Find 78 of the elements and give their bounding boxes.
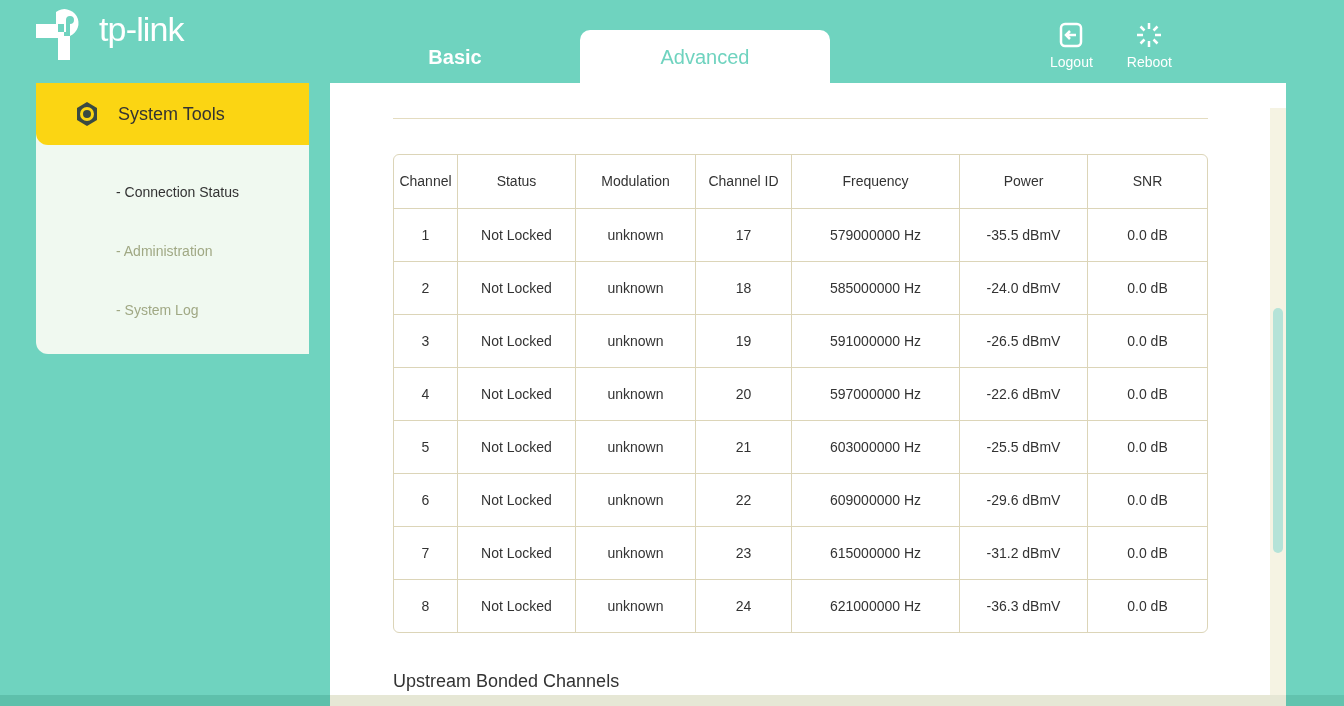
table-cell: -31.2 dBmV [960,526,1088,579]
table-cell: Not Locked [458,208,576,261]
table-cell: -26.5 dBmV [960,314,1088,367]
reboot-icon [1136,22,1163,48]
table-cell: Not Locked [458,420,576,473]
table-cell: Not Locked [458,526,576,579]
table-cell: 0.0 dB [1088,261,1207,314]
column-header: Power [960,155,1088,208]
table-cell: 0.0 dB [1088,579,1207,632]
table-cell: 0.0 dB [1088,526,1207,579]
sidebar-item[interactable]: - Administration [36,222,309,281]
tab[interactable]: Basic [330,30,580,83]
table-cell: 17 [696,208,792,261]
column-header: SNR [1131,172,1164,191]
column-header: Status [458,155,576,208]
table-cell: 8 [394,579,458,632]
table-cell: unknown [576,261,696,314]
table-cell: unknown [576,208,696,261]
logout-icon [1059,22,1084,48]
table-cell: -35.5 dBmV [960,208,1088,261]
gear-icon [74,101,100,127]
table-cell: 4 [394,367,458,420]
table-cell: 23 [696,526,792,579]
table-cell: -29.6 dBmV [960,473,1088,526]
table-cell: -36.3 dBmV [960,579,1088,632]
table-cell: 7 [394,526,458,579]
table-cell: 603000000 Hz [792,420,960,473]
table-cell: 621000000 Hz [792,579,960,632]
table-cell: 5 [394,420,458,473]
table-cell: Not Locked [458,261,576,314]
table-cell: 1 [394,208,458,261]
table-cell: 609000000 Hz [792,473,960,526]
sidebar-item[interactable]: - Connection Status [36,163,309,222]
section-heading: Upstream Bonded Channels [393,670,621,693]
table-cell: unknown [576,420,696,473]
tab[interactable]: Advanced [580,30,830,83]
table-cell: 20 [696,367,792,420]
table-cell: unknown [576,314,696,367]
table-cell: unknown [576,473,696,526]
table-cell: 579000000 Hz [792,208,960,261]
table-cell: 615000000 Hz [792,526,960,579]
sidebar-title: System Tools [118,102,225,126]
table-cell: 585000000 Hz [792,261,960,314]
table-cell: 22 [696,473,792,526]
scrollbar-thumb[interactable] [1273,308,1283,553]
column-header: Channel [394,155,458,208]
table-cell: 18 [696,261,792,314]
table-cell: 0.0 dB [1088,420,1207,473]
column-header: Channel ID [696,155,792,208]
table-cell: unknown [576,367,696,420]
sidebar-header[interactable]: System Tools [36,83,309,145]
table-cell: 0.0 dB [1088,314,1207,367]
sidebar-item[interactable]: - System Log [36,281,309,340]
table-cell: -24.0 dBmV [960,261,1088,314]
table-cell: 0.0 dB [1088,367,1207,420]
table-cell: unknown [576,579,696,632]
table-cell: 21 [696,420,792,473]
table-cell: 19 [696,314,792,367]
table-cell: 6 [394,473,458,526]
table-cell: Not Locked [458,473,576,526]
logo-text: tp-link [99,12,184,46]
table-cell: Not Locked [458,367,576,420]
table-cell: unknown [576,526,696,579]
table-cell: -25.5 dBmV [960,420,1088,473]
table-cell: 3 [394,314,458,367]
column-header: Frequency [792,155,960,208]
table-cell: 597000000 Hz [792,367,960,420]
table-cell: 0.0 dB [1088,473,1207,526]
table-cell: 2 [394,261,458,314]
reboot-button[interactable]: Reboot [1126,22,1172,83]
table-cell: 24 [696,579,792,632]
logout-button[interactable]: Logout [1050,22,1093,83]
table-cell: 591000000 Hz [792,314,960,367]
table-cell: Not Locked [458,314,576,367]
table-cell: Not Locked [458,579,576,632]
column-header: Modulation [576,155,696,208]
table-cell: -22.6 dBmV [960,367,1088,420]
table-cell: 0.0 dB [1088,208,1207,261]
